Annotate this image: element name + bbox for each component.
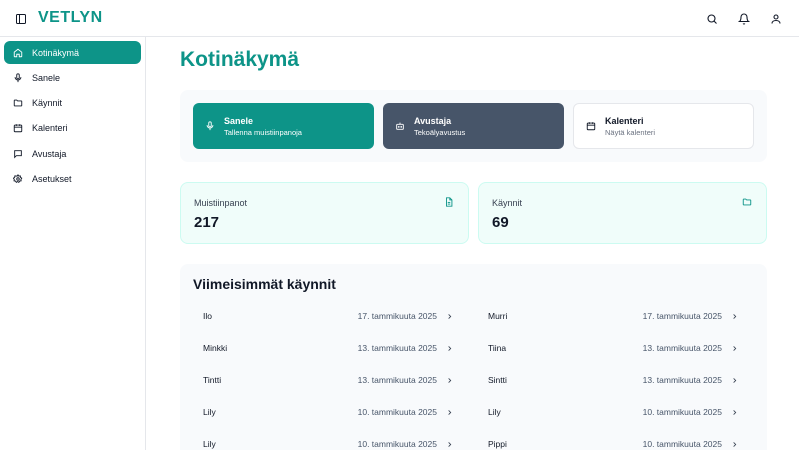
chevron-right-icon: [445, 408, 453, 416]
chevron-right-icon: [730, 344, 738, 352]
microphone-icon: [203, 119, 217, 133]
chevron-right-icon: [445, 344, 453, 352]
recent-visits-heading: Viimeisimmät käynnit: [193, 276, 336, 292]
file-icon: [443, 196, 455, 208]
visit-name: Murri: [488, 311, 508, 321]
visit-row[interactable]: Sintti 13. tammikuuta 2025: [478, 370, 740, 390]
visit-name: Minkki: [203, 343, 228, 353]
search-icon[interactable]: [704, 11, 720, 27]
visit-date: 17. tammikuuta 2025: [357, 311, 437, 321]
visit-name: Tiina: [488, 343, 507, 353]
quick-action-avustaja[interactable]: Avustaja Tekoälyavustus: [383, 103, 564, 149]
home-icon: [12, 47, 24, 59]
sidebar-item-kaynnit[interactable]: Käynnit: [4, 91, 141, 114]
visit-row[interactable]: Lily 10. tammikuuta 2025: [478, 402, 740, 422]
visit-date: 10. tammikuuta 2025: [642, 407, 722, 417]
quick-action-title: Sanele: [224, 115, 254, 126]
visit-row[interactable]: Lily 10. tammikuuta 2025: [193, 434, 455, 450]
sidebar-item-label: Sanele: [32, 72, 61, 83]
sidebar-item-label: Avustaja: [32, 148, 67, 159]
chevron-right-icon: [445, 376, 453, 384]
chevron-right-icon: [730, 408, 738, 416]
chevron-right-icon: [445, 312, 453, 320]
sidebar-item-kotinakyma[interactable]: Kotinäkymä: [4, 41, 141, 64]
calendar-icon: [12, 122, 24, 134]
visit-name: Lily: [203, 407, 216, 417]
quick-actions: Sanele Tallenna muistiinpanoja Avustaja …: [180, 90, 767, 162]
sidebar-item-sanele[interactable]: Sanele: [4, 66, 141, 89]
chevron-right-icon: [730, 376, 738, 384]
microphone-icon: [12, 72, 24, 84]
calendar-icon: [584, 119, 598, 133]
quick-action-sanele[interactable]: Sanele Tallenna muistiinpanoja: [193, 103, 374, 149]
chevron-right-icon: [730, 440, 738, 448]
visit-name: Lily: [203, 439, 216, 449]
quick-action-subtitle: Näytä kalenteri: [605, 127, 656, 137]
visit-date: 13. tammikuuta 2025: [357, 343, 437, 353]
visit-name: Lily: [488, 407, 501, 417]
stat-label: Käynnit: [492, 198, 523, 208]
settings-icon: [12, 173, 24, 185]
folder-icon: [12, 97, 24, 109]
visit-date: 17. tammikuuta 2025: [642, 311, 722, 321]
visit-row[interactable]: Murri 17. tammikuuta 2025: [478, 306, 740, 326]
visit-date: 10. tammikuuta 2025: [357, 407, 437, 417]
stat-card-muistiinpanot: Muistiinpanot 217: [180, 182, 469, 244]
chevron-right-icon: [445, 440, 453, 448]
sidebar-item-avustaja[interactable]: Avustaja: [4, 142, 141, 165]
bot-icon: [393, 119, 407, 133]
visit-row[interactable]: Tiina 13. tammikuuta 2025: [478, 338, 740, 358]
sidebar-item-label: Asetukset: [32, 173, 72, 184]
sidebar-item-asetukset[interactable]: Asetukset: [4, 167, 141, 190]
visit-row[interactable]: Pippi 10. tammikuuta 2025: [478, 434, 740, 450]
visit-row[interactable]: Lily 10. tammikuuta 2025: [193, 402, 455, 422]
stat-value: 217: [194, 214, 220, 231]
visit-date: 13. tammikuuta 2025: [357, 375, 437, 385]
visit-date: 10. tammikuuta 2025: [642, 439, 722, 449]
sidebar-item-kalenteri[interactable]: Kalenteri: [4, 116, 141, 139]
visit-name: Pippi: [488, 439, 507, 449]
sidebar-item-label: Kalenteri: [32, 122, 68, 133]
sidebar-item-label: Käynnit: [32, 97, 63, 108]
quick-action-subtitle: Tekoälyavustus: [414, 127, 466, 137]
visit-name: Tintti: [203, 375, 222, 385]
chevron-right-icon: [730, 312, 738, 320]
recent-visits: Viimeisimmät käynnit Ilo 17. tammikuuta …: [180, 264, 767, 450]
sidebar-item-label: Kotinäkymä: [32, 47, 80, 58]
page-title: Kotinäkymä: [180, 48, 300, 71]
quick-action-title: Kalenteri: [605, 115, 644, 126]
sidebar-toggle-icon[interactable]: [13, 11, 29, 27]
top-header: VETLYN: [0, 0, 799, 37]
visit-name: Sintti: [488, 375, 507, 385]
visit-name: Ilo: [203, 311, 212, 321]
brand-logo[interactable]: VETLYN: [38, 9, 103, 27]
visit-date: 13. tammikuuta 2025: [642, 343, 722, 353]
quick-action-subtitle: Tallenna muistiinpanoja: [224, 127, 302, 137]
stat-card-kaynnit: Käynnit 69: [478, 182, 767, 244]
sidebar: Kotinäkymä Sanele Käynnit Kalenteri Avus…: [0, 37, 146, 450]
visit-row[interactable]: Ilo 17. tammikuuta 2025: [193, 306, 455, 326]
bell-icon[interactable]: [736, 11, 752, 27]
stat-value: 69: [492, 214, 509, 231]
visit-row[interactable]: Tintti 13. tammikuuta 2025: [193, 370, 455, 390]
quick-action-kalenteri[interactable]: Kalenteri Näytä kalenteri: [573, 103, 754, 149]
message-icon: [12, 148, 24, 160]
visit-date: 10. tammikuuta 2025: [357, 439, 437, 449]
user-icon[interactable]: [768, 11, 784, 27]
quick-action-title: Avustaja: [414, 115, 452, 126]
folder-icon: [741, 196, 753, 208]
visit-date: 13. tammikuuta 2025: [642, 375, 722, 385]
visit-row[interactable]: Minkki 13. tammikuuta 2025: [193, 338, 455, 358]
stat-label: Muistiinpanot: [194, 198, 248, 208]
